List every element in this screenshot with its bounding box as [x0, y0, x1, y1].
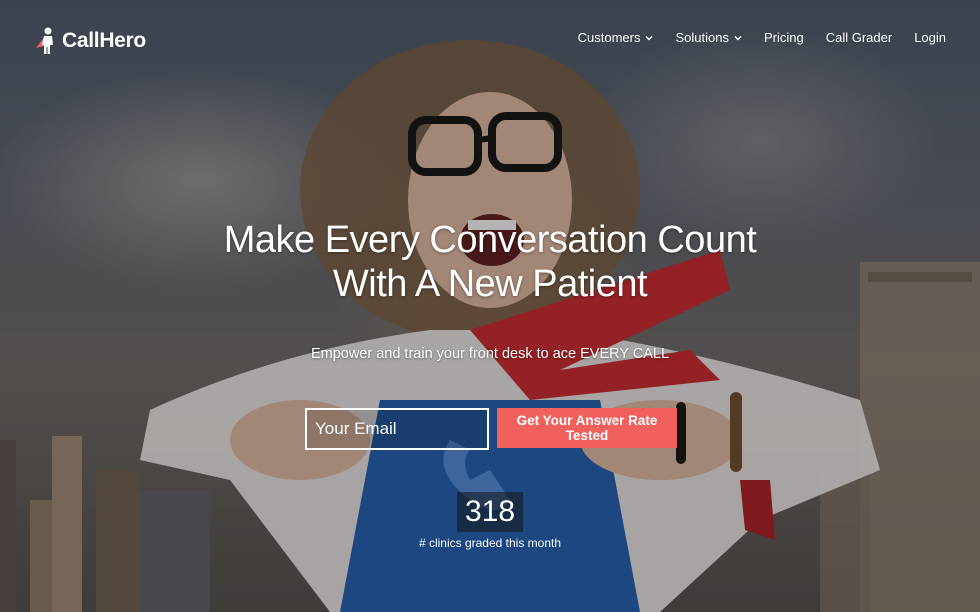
main-nav: Customers Solutions Pricing Call Grader … — [567, 30, 946, 45]
chevron-down-icon — [645, 35, 653, 40]
hero-subheadline: Empower and train your front desk to ace… — [310, 346, 670, 362]
nav-item-login[interactable]: Login — [903, 30, 946, 45]
caped-hero-icon — [36, 27, 53, 54]
hero-section: CallHero Customers Solutions Pricing Cal… — [0, 0, 980, 612]
nav-item-label: Customers — [577, 30, 641, 45]
nav-item-customers[interactable]: Customers — [567, 30, 665, 45]
nav-item-solutions[interactable]: Solutions — [664, 30, 752, 45]
clinics-graded-stat: 318 # clinics graded this month — [0, 492, 980, 550]
brand-name: CallHero — [62, 29, 146, 52]
headline-line-1: Make Every Conversation Count — [223, 219, 757, 261]
nav-item-label: Solutions — [675, 30, 729, 45]
email-field[interactable] — [305, 408, 489, 450]
stat-label: # clinics graded this month — [418, 536, 562, 550]
hero-headline: Make Every Conversation Count With A New… — [0, 218, 980, 306]
headline-line-2: With A New Patient — [332, 263, 648, 305]
nav-item-label: Call Grader — [825, 30, 893, 45]
nav-item-label: Login — [914, 30, 946, 45]
get-answer-rate-tested-button[interactable]: Get Your Answer Rate Tested — [497, 408, 677, 448]
callhero-logo[interactable]: CallHero — [34, 26, 146, 56]
chevron-down-icon — [734, 35, 742, 40]
email-signup-form: Get Your Answer Rate Tested — [305, 408, 677, 450]
stat-value: 318 — [456, 492, 524, 532]
nav-item-call-grader[interactable]: Call Grader — [815, 30, 903, 45]
nav-item-pricing[interactable]: Pricing — [753, 30, 815, 45]
nav-item-label: Pricing — [763, 30, 804, 45]
